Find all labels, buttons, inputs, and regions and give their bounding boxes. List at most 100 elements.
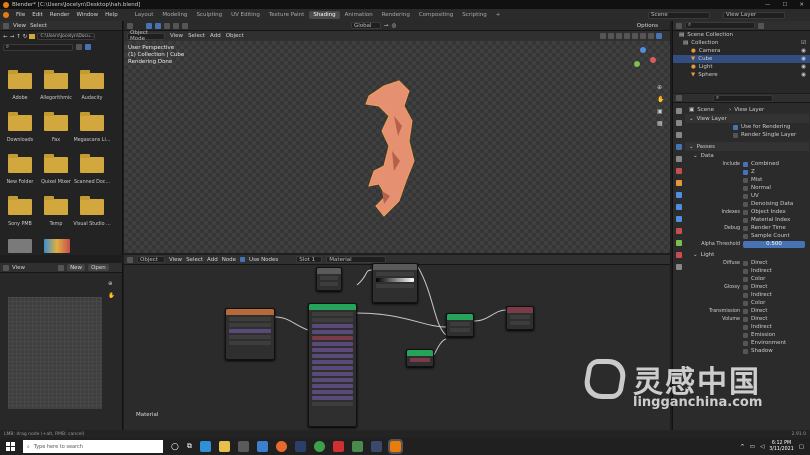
editor-type-icon[interactable]	[3, 264, 9, 271]
blender-menu-icon[interactable]	[3, 12, 9, 18]
media-player-icon[interactable]	[332, 441, 344, 452]
view-layer-panel-header[interactable]: ⌄ View Layer	[685, 114, 809, 123]
data-subpanel-header[interactable]: ⌄ Data	[685, 151, 809, 160]
3d-viewport[interactable]: Global ⊸ ◎ Options Object Mode View Sele…	[124, 21, 670, 253]
pass-row[interactable]: Volume Direct	[685, 315, 809, 323]
material-tab-icon[interactable]	[676, 252, 682, 258]
filter-icon[interactable]	[85, 44, 91, 50]
emission-checkbox[interactable]	[743, 332, 748, 338]
zoom-icon[interactable]: ⊕	[108, 281, 113, 287]
select-tool-icon[interactable]	[146, 22, 152, 29]
tab-layout[interactable]: Layout	[131, 11, 158, 19]
perspective-toggle-icon[interactable]: ▦	[657, 117, 663, 127]
use-for-rendering-row[interactable]: Use for Rendering	[685, 123, 809, 131]
material-shading-icon[interactable]	[648, 33, 654, 39]
minimize-icon[interactable]: —	[765, 2, 771, 8]
mix-shader-node[interactable]	[446, 313, 474, 337]
menu-help[interactable]: Help	[105, 12, 118, 18]
chrome-icon[interactable]	[313, 441, 325, 452]
combined-checkbox[interactable]	[743, 161, 748, 167]
visibility-icon[interactable]	[600, 33, 606, 39]
outliner-item[interactable]: ● Camera ◉	[673, 47, 810, 55]
x-axis-icon[interactable]	[650, 57, 656, 63]
file-view-menu[interactable]: View	[13, 23, 26, 29]
scene-selector[interactable]: Scene	[648, 11, 710, 19]
scene-tab-icon[interactable]	[676, 156, 682, 162]
firefox-icon[interactable]	[275, 441, 287, 452]
image-texture-node[interactable]	[225, 308, 275, 360]
pass-row[interactable]: Environment	[685, 339, 809, 347]
photoshop-icon[interactable]	[294, 441, 306, 452]
edge-icon[interactable]	[199, 441, 211, 452]
proportional-icon[interactable]: ◎	[392, 23, 397, 29]
pass-row[interactable]: Indexes Object Index	[685, 208, 809, 216]
constraints-tab-icon[interactable]	[676, 228, 682, 234]
network-icon[interactable]: ▭	[750, 444, 755, 450]
tab-uv-editing[interactable]: UV Editing	[227, 11, 264, 19]
file-item[interactable]: Audacity	[72, 70, 112, 101]
maximize-icon[interactable]: ☐	[782, 2, 787, 8]
sample-count-checkbox[interactable]	[743, 233, 748, 239]
file-item[interactable]: Downloads	[0, 112, 40, 143]
diffuse-direct-checkbox[interactable]	[743, 260, 748, 266]
pass-row[interactable]: Transmission Direct	[685, 307, 809, 315]
color-ramp-node[interactable]	[372, 263, 418, 303]
tab-sculpting[interactable]: Sculpting	[192, 11, 226, 19]
file-item[interactable]: Fax	[36, 112, 76, 143]
display-mode-icon[interactable]	[76, 44, 82, 50]
app-icon[interactable]	[351, 441, 363, 452]
pass-row[interactable]: Mist	[685, 176, 809, 184]
tray-arrow-icon[interactable]: ^	[740, 444, 745, 450]
viewport-select-menu[interactable]: Select	[188, 33, 205, 39]
steam-icon[interactable]	[370, 441, 382, 452]
snap-icon[interactable]: ⊸	[384, 23, 389, 29]
blender-taskbar-icon[interactable]	[387, 439, 403, 454]
eye-icon[interactable]: ◉	[801, 48, 806, 54]
navigation-gizmo[interactable]	[630, 47, 656, 73]
render-time-checkbox[interactable]	[743, 225, 748, 231]
file-item[interactable]: Scanned Doc...	[72, 154, 112, 185]
file-item[interactable]: Visual Studio ...	[72, 196, 112, 227]
task-view-icon[interactable]: ⧉	[187, 442, 192, 451]
tool-tab-icon[interactable]	[676, 108, 682, 114]
output-tab-icon[interactable]	[676, 132, 682, 138]
pass-row[interactable]: Indirect	[685, 267, 809, 275]
editor-type-icon[interactable]	[127, 22, 133, 29]
outliner-item[interactable]: ▼ Sphere ◉	[673, 71, 810, 79]
file-item[interactable]: Megascans Li...	[72, 112, 112, 143]
uv-checkbox[interactable]	[743, 193, 748, 199]
new-image-button[interactable]: New	[67, 264, 86, 271]
image-thumbnail[interactable]	[8, 239, 32, 253]
taskbar-search-box[interactable]: ⌕ Type here to search	[23, 440, 163, 453]
forward-arrow-icon[interactable]: →	[10, 34, 15, 40]
pass-row[interactable]: Sample Count	[685, 232, 809, 240]
material-output-node[interactable]	[506, 306, 534, 330]
properties-search[interactable]: ⌕	[713, 94, 773, 102]
particles-tab-icon[interactable]	[676, 204, 682, 210]
pass-row[interactable]: Shadow	[685, 347, 809, 355]
pass-row[interactable]: Material Index	[685, 216, 809, 224]
data-tab-icon[interactable]	[676, 240, 682, 246]
volume-indirect-checkbox[interactable]	[743, 324, 748, 330]
physics-tab-icon[interactable]	[676, 216, 682, 222]
pass-row[interactable]: Indirect	[685, 291, 809, 299]
mist-checkbox[interactable]	[743, 177, 748, 183]
file-item[interactable]: Allegorithmic	[36, 70, 76, 101]
view-layer-tab-icon[interactable]	[676, 144, 682, 150]
refresh-icon[interactable]: ↻	[23, 34, 28, 40]
image-view-menu[interactable]: View	[12, 265, 25, 271]
editor-type-icon[interactable]	[676, 95, 682, 101]
viewport-object-menu[interactable]: Object	[226, 33, 244, 39]
tab-modeling[interactable]: Modeling	[158, 11, 191, 19]
passes-panel-header[interactable]: ⌄ Passes	[685, 142, 809, 151]
pass-row[interactable]: Include Combined	[685, 160, 809, 168]
denoising-checkbox[interactable]	[743, 201, 748, 207]
z-axis-icon[interactable]	[640, 47, 646, 53]
filter-icon[interactable]	[758, 22, 764, 29]
checkbox-icon[interactable]: ☑	[801, 40, 806, 46]
eye-icon[interactable]: ◉	[801, 64, 806, 70]
file-search-input[interactable]: ⌕	[3, 43, 73, 51]
emission-node[interactable]	[406, 349, 434, 367]
z-checkbox[interactable]	[743, 169, 748, 175]
select-mode-icon[interactable]	[173, 22, 179, 29]
